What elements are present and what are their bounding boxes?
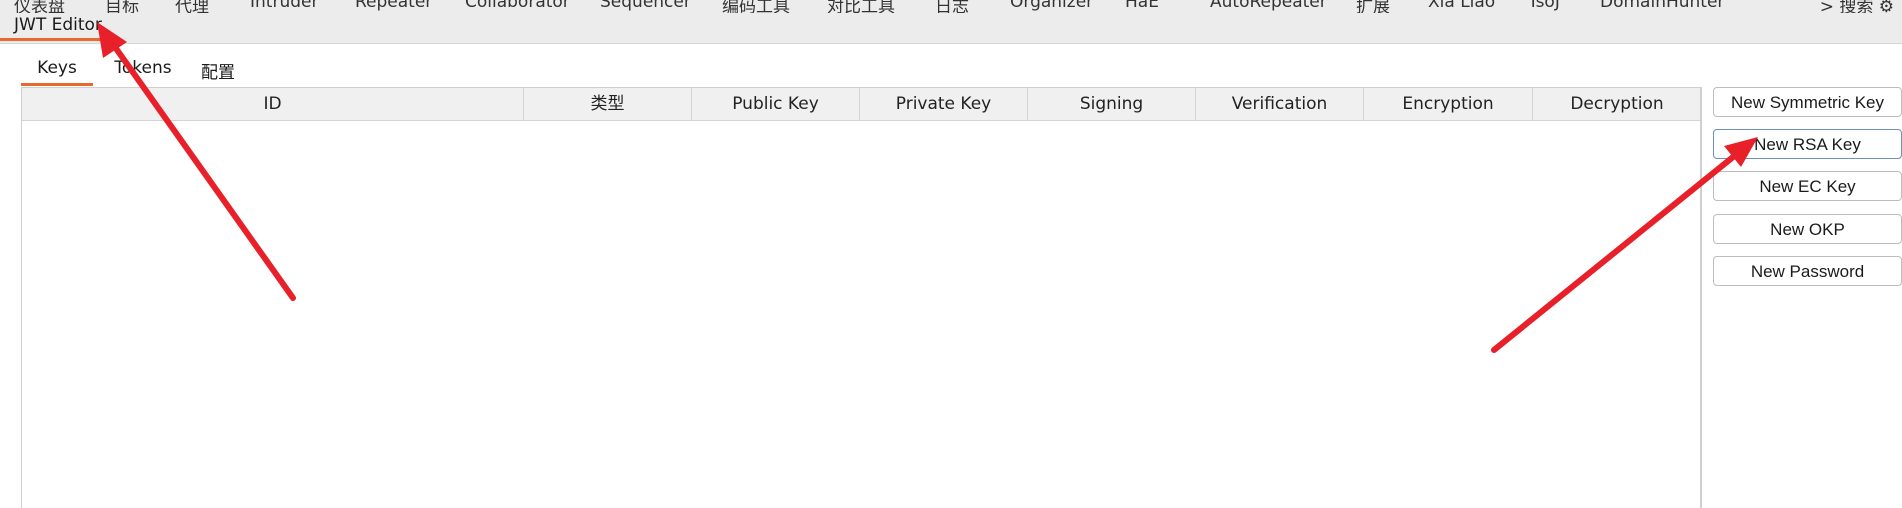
new-password-button[interactable]: New Password (1713, 256, 1902, 286)
top-nav-item[interactable]: 仪表盘 (14, 0, 65, 13)
tab-keys[interactable]: Keys (21, 58, 93, 86)
top-nav-item[interactable]: 日志 (935, 0, 969, 13)
top-nav-item[interactable]: 对比工具 (827, 0, 895, 13)
top-nav-item[interactable]: Repeater (355, 0, 432, 12)
tab-config[interactable]: 配置 (195, 58, 241, 86)
top-nav-item[interactable]: Sequencer (600, 0, 691, 12)
column-header-private-key[interactable]: Private Key (860, 88, 1028, 120)
top-nav-item[interactable]: AutoRepeater (1210, 0, 1327, 12)
column-header-type[interactable]: 类型 (524, 88, 692, 120)
top-nav-item[interactable]: Organizer (1010, 0, 1093, 12)
top-nav-item[interactable]: 扩展 (1356, 0, 1390, 13)
column-header-decryption[interactable]: Decryption (1533, 88, 1701, 120)
column-header-verification[interactable]: Verification (1196, 88, 1364, 120)
panel-divider (1701, 87, 1702, 508)
column-header-signing[interactable]: Signing (1028, 88, 1196, 120)
top-nav-item[interactable]: HaE (1125, 0, 1159, 12)
top-nav-item[interactable]: 代理 (175, 0, 209, 13)
new-ec-key-button[interactable]: New EC Key (1713, 171, 1902, 201)
keys-table[interactable]: ID 类型 Public Key Private Key Signing Ver… (21, 87, 1701, 508)
top-nav-item[interactable]: Collaborator (465, 0, 570, 12)
top-nav-item[interactable]: 目标 (105, 0, 139, 13)
column-header-encryption[interactable]: Encryption (1364, 88, 1533, 120)
sub-tab-bar: Keys Tokens 配置 (0, 44, 1902, 88)
new-okp-button[interactable]: New OKP (1713, 214, 1902, 244)
top-nav-item[interactable]: DomainHunter (1600, 0, 1724, 12)
table-header: ID 类型 Public Key Private Key Signing Ver… (22, 88, 1700, 121)
new-rsa-key-button[interactable]: New RSA Key (1713, 129, 1902, 159)
extension-tab-bar: JWT Editor (0, 13, 1902, 44)
top-nav-item[interactable]: Intruder (250, 0, 318, 12)
new-symmetric-key-button[interactable]: New Symmetric Key (1713, 87, 1902, 117)
top-nav-item[interactable]: Xia Liao (1428, 0, 1495, 12)
tab-jwt-editor[interactable]: JWT Editor (0, 13, 120, 41)
column-header-id[interactable]: ID (22, 88, 524, 120)
top-nav-bar: 仪表盘 目标 代理 Intruder Repeater Collaborator… (0, 0, 1902, 13)
settings-gear-icon[interactable]: > 搜索 ⚙ (1820, 0, 1894, 13)
column-header-public-key[interactable]: Public Key (692, 88, 860, 120)
top-nav-item[interactable]: 编码工具 (722, 0, 790, 13)
top-nav-item[interactable]: TsoJ (1528, 0, 1560, 12)
tab-tokens[interactable]: Tokens (106, 58, 180, 86)
